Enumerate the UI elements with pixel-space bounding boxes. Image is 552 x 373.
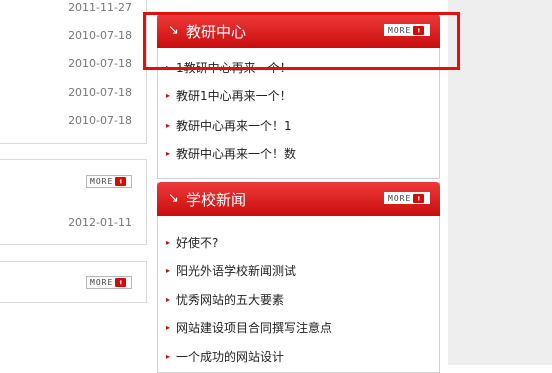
bullet-icon: ▸ (166, 352, 171, 361)
arrow-up-icon: ⬆ (115, 177, 127, 186)
list-item-label: 阳光外语学校新闻测试 (176, 264, 297, 278)
chevron-down-right-icon: ↘ (168, 23, 179, 38)
list-item-label: 教研中心再来一个！1 (176, 119, 292, 133)
panel-header: ↘ 教研中心 MORE ⬆ (157, 14, 440, 48)
bullet-icon: ▸ (166, 323, 171, 332)
list-date: 2011-11-27 (68, 1, 132, 14)
bullet-icon: ▸ (166, 149, 171, 158)
left-news-box: MORE ⬆ 2012-01-11 (0, 159, 147, 245)
bullet-icon: ▸ (166, 91, 171, 100)
more-button[interactable]: MORE ⬆ (384, 192, 430, 204)
more-label: MORE (388, 193, 412, 203)
right-gray-gutter (448, 0, 552, 365)
more-label: MORE (388, 25, 412, 35)
arrow-up-icon: ⬆ (413, 25, 425, 35)
list-item[interactable]: ▸ 网站建设项目合同撰写注意点 (166, 319, 332, 336)
bullet-icon: ▸ (166, 238, 171, 247)
panel-school-news: ↘ 学校新闻 MORE ⬆ ▸ 好使不? ▸ 阳光外语学校新闻测试 ▸ 忧秀网站的五大… (157, 182, 440, 373)
list-item-label: 教研1中心再来一个！ (176, 89, 292, 103)
list-date: 2010-07-18 (68, 29, 132, 42)
panel-header: ↘ 学校新闻 MORE ⬆ (157, 182, 440, 216)
list-item[interactable]: ▸ 忧秀网站的五大要素 (166, 291, 284, 308)
list-item[interactable]: ▸ 一个成功的网站设计 (166, 348, 284, 365)
chevron-down-right-icon: ↘ (168, 191, 179, 206)
list-date: 2010-07-18 (68, 114, 132, 127)
list-item[interactable]: ▸ 好使不? (166, 234, 218, 251)
list-item-label: 1教研中心再来一个！ (176, 61, 292, 75)
list-item[interactable]: ▸ 阳光外语学校新闻测试 (166, 262, 296, 279)
bullet-icon: ▸ (166, 266, 171, 275)
list-item[interactable]: ▸ 教研中心再来一个！数 (166, 145, 296, 162)
list-item-label: 好使不? (176, 236, 219, 250)
list-item-label: 教研中心再来一个！数 (176, 147, 297, 161)
list-item[interactable]: ▸ 教研中心再来一个！1 (166, 117, 292, 134)
list-item-label: 忧秀网站的五大要素 (176, 293, 285, 307)
more-button[interactable]: MORE ⬆ (86, 175, 132, 188)
more-label: MORE (90, 177, 114, 186)
left-column: 2011-11-27 2010-07-18 2010-07-18 2010-07… (0, 0, 148, 365)
bullet-icon: ▸ (166, 295, 171, 304)
list-item[interactable]: ▸ 1教研中心再来一个！ (166, 59, 292, 76)
left-news-box: MORE ⬆ (0, 261, 147, 303)
list-item[interactable]: ▸ 教研1中心再来一个！ (166, 87, 292, 104)
list-date: 2012-01-11 (68, 216, 132, 229)
date-list: 2011-11-27 2010-07-18 2010-07-18 2010-07… (0, 0, 147, 144)
bullet-icon: ▸ (166, 121, 171, 130)
more-label: MORE (90, 278, 114, 287)
list-date: 2010-07-18 (68, 86, 132, 99)
more-button[interactable]: MORE ⬆ (86, 276, 132, 289)
list-item-label: 一个成功的网站设计 (176, 350, 285, 364)
panel-research-center: ↘ 教研中心 MORE ⬆ ▸ 1教研中心再来一个！ ▸ 教研1中心再来一个！ ▸ 教… (157, 14, 440, 179)
panel-title[interactable]: 学校新闻 (186, 189, 246, 210)
arrow-up-icon: ⬆ (115, 278, 127, 287)
list-item-label: 网站建设项目合同撰写注意点 (176, 321, 333, 335)
arrow-up-icon: ⬆ (413, 193, 425, 203)
panel-title[interactable]: 教研中心 (186, 21, 246, 42)
list-date: 2010-07-18 (68, 57, 132, 70)
bullet-icon: ▸ (166, 63, 171, 72)
more-button[interactable]: MORE ⬆ (384, 24, 430, 36)
